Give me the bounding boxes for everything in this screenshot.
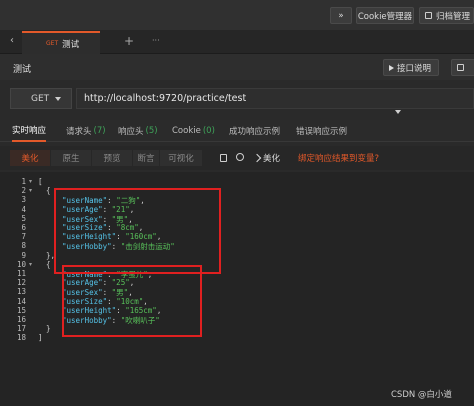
share-icon [457,64,464,71]
archive-manager-label: 归档管理 [436,11,471,22]
line-number: 12 [16,278,26,288]
tab-response-headers[interactable]: 响应头 (5) [118,120,158,142]
tab-count: (7) [93,126,106,136]
line-number: 15 [16,305,26,315]
line-number: 8 [21,241,26,251]
line-number: 17 [16,324,26,334]
line-number: 3 [21,195,26,205]
line-number: 7 [21,232,26,242]
tab-label: Cookie [172,126,201,136]
line-number: 18 [16,333,26,343]
fold-arrow-icon[interactable]: ▾ [29,187,32,194]
beautify-button[interactable]: 美化 [252,150,281,166]
tab-scroll-left-icon[interactable]: ‹ [10,35,14,46]
tab-label: 错误响应示例 [296,127,348,137]
request-extra-button[interactable] [451,59,474,76]
json-line: { [46,186,51,196]
tab-method-badge: GET [46,40,59,47]
mode-preview[interactable]: 预览 [92,150,132,166]
line-number: 14 [16,296,26,306]
cookie-manager-button[interactable]: Cookie管理器 [356,7,414,24]
line-number: 11 [16,269,26,278]
response-body-editor[interactable]: 1 2 3 4 5 6 7 8 9 10 11 12 13 14 15 16 17 18 ▾ ▾ ▾ [{"userNa… [0,172,474,406]
mode-visualize[interactable]: 可视化 [160,150,202,166]
tab-label: 响应头 [118,127,144,137]
line-number: 2 [21,186,26,196]
api-doc-label: 接口说明 [397,63,432,74]
copy-icon[interactable] [220,154,227,162]
tab-test[interactable]: GET 测试 [22,31,100,54]
method-select[interactable]: GET [10,88,72,109]
collapse-chevron-icon[interactable] [395,110,401,114]
tab-title: 测试 [62,39,80,50]
line-number: 13 [16,287,26,297]
tab-label: 请求头 [66,127,92,137]
api-doc-button[interactable]: 接口说明 [383,59,439,76]
url-value: http://localhost:9720/practice/test [84,93,247,104]
tab-count: (5) [145,126,158,136]
archive-icon [425,12,432,19]
url-input[interactable]: http://localhost:9720/practice/test [76,88,474,109]
request-title: 测试 [13,65,32,75]
json-line: ] [38,333,43,343]
mode-assert[interactable]: 断言 [133,150,159,166]
json-line: { [46,259,51,269]
method-label: GET [31,93,50,104]
highlight-box-record-2 [62,265,202,337]
search-icon[interactable] [236,153,244,161]
line-number: 16 [16,315,26,324]
json-line: } [46,324,51,334]
add-tab-button[interactable]: + [124,34,134,48]
play-icon [389,64,394,71]
tab-success-example[interactable]: 成功响应示例 [229,120,280,142]
fold-arrow-icon[interactable]: ▾ [29,261,32,268]
line-number: 5 [21,213,26,223]
line-number: 9 [21,250,26,260]
highlight-box-record-1 [54,188,221,274]
line-number: 6 [21,223,26,232]
chevron-down-icon [55,96,62,101]
fold-arrow-icon[interactable]: ▾ [29,178,32,185]
line-number: 10 [16,259,26,269]
line-number: 1 [21,177,26,186]
tab-count: (0) [202,126,215,136]
mode-raw[interactable]: 原生 [51,150,91,166]
beautify-label: 美化 [263,154,281,164]
tab-realtime-response[interactable]: 实时响应 [12,120,47,142]
tab-request-headers[interactable]: 请求头 (7) [66,120,106,142]
tab-cookie[interactable]: Cookie (0) [172,120,215,142]
tab-error-example[interactable]: 错误响应示例 [296,120,347,142]
tab-more-button[interactable]: ··· [152,36,160,45]
mode-beautify[interactable]: 美化 [10,150,50,166]
tab-label: 成功响应示例 [229,127,281,137]
json-line: [ [38,177,43,186]
watermark: CSDN @白小道 [391,390,452,400]
cookie-manager-label: Cookie管理器 [357,11,413,22]
archive-manager-button[interactable]: 归档管理 [419,7,474,24]
bind-variable-link[interactable]: 绑定响应结果到变量? [298,150,379,166]
wand-icon [252,153,262,163]
expand-button[interactable]: » [330,7,352,24]
tab-label: 实时响应 [12,126,47,136]
line-number: 4 [21,204,26,214]
